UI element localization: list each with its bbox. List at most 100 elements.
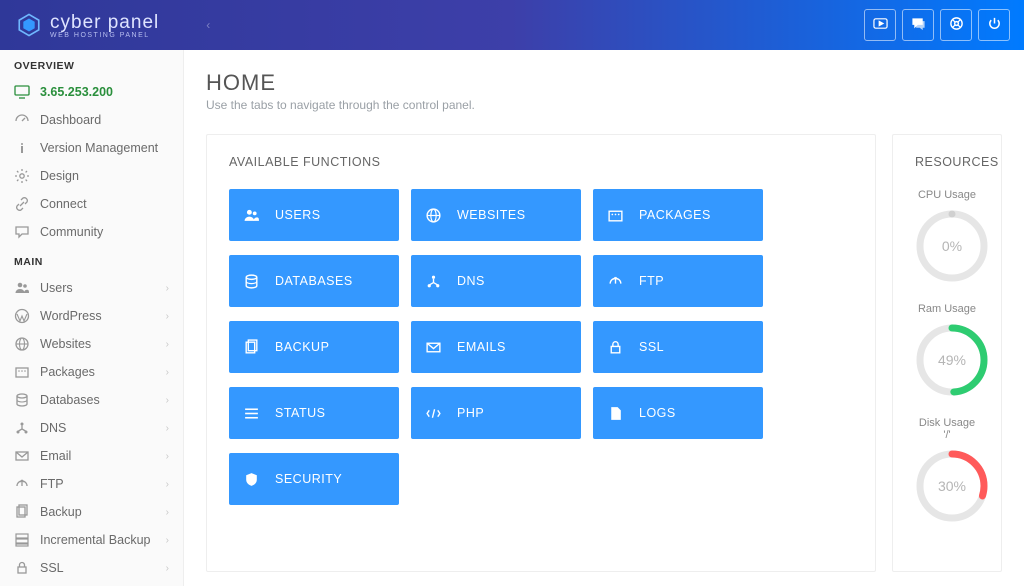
sidebar-item-wordpress[interactable]: WordPress› (0, 302, 183, 330)
support-button[interactable] (940, 9, 972, 41)
chevron-right-icon: › (166, 479, 169, 490)
logs-icon (607, 405, 627, 422)
function-tile-ssl[interactable]: SSL (593, 321, 763, 373)
youtube-button[interactable] (864, 9, 896, 41)
globe-icon (425, 207, 445, 224)
function-tile-security[interactable]: SECURITY (229, 453, 399, 505)
chevron-right-icon: › (166, 535, 169, 546)
sidebar-item-design[interactable]: Design (0, 162, 183, 190)
email-icon (425, 339, 445, 356)
function-tile-status[interactable]: STATUS (229, 387, 399, 439)
resources-heading: RESOURCES (915, 155, 979, 169)
sidebar-section-title: MAIN (0, 246, 183, 274)
database-icon (243, 273, 263, 290)
function-tile-label: SSL (639, 340, 664, 354)
sidebar-item-dns[interactable]: DNS› (0, 414, 183, 442)
sidebar-item-ssl[interactable]: SSL › (0, 554, 183, 582)
globe-icon (14, 336, 30, 352)
gear-icon (14, 168, 30, 184)
sidebar-item-label: Backup (40, 505, 82, 519)
sidebar-item-connect[interactable]: Connect (0, 190, 183, 218)
function-tile-label: BACKUP (275, 340, 329, 354)
sidebar-item-label: Community (40, 225, 103, 239)
function-tile-php[interactable]: PHP (411, 387, 581, 439)
link-icon (14, 196, 30, 212)
function-tile-label: EMAILS (457, 340, 506, 354)
sidebar-item-dashboard[interactable]: Dashboard (0, 106, 183, 134)
function-tile-label: USERS (275, 208, 321, 222)
function-tile-backup[interactable]: BACKUP (229, 321, 399, 373)
chevron-right-icon: › (166, 339, 169, 350)
content: HOME Use the tabs to navigate through th… (184, 50, 1024, 586)
sidebar-item-label: Email (40, 449, 71, 463)
gauge-label: CPU Usage (915, 189, 979, 201)
function-tile-users[interactable]: USERS (229, 189, 399, 241)
sidebar-item-email[interactable]: Email › (0, 442, 183, 470)
gauge-label: Disk Usage '/' (915, 417, 979, 441)
gauge-value: 49% (915, 323, 989, 397)
page-subtitle: Use the tabs to navigate through the con… (206, 98, 1002, 112)
sidebar-item-label: Connect (40, 197, 87, 211)
sidebar-item-label: 3.65.253.200 (40, 85, 113, 99)
dns-icon (14, 420, 30, 436)
sidebar-item-community[interactable]: Community (0, 218, 183, 246)
chat-button[interactable] (902, 9, 934, 41)
sidebar-item-packages[interactable]: Packages› (0, 358, 183, 386)
function-tile-websites[interactable]: WEBSITES (411, 189, 581, 241)
sidebar-item-label: Databases (40, 393, 100, 407)
sidebar-item-label: FTP (40, 477, 64, 491)
sidebar-item-version-management[interactable]: Version Management (0, 134, 183, 162)
sidebar-collapse-button[interactable]: ‹ (203, 20, 213, 30)
function-tile-packages[interactable]: PACKAGES (593, 189, 763, 241)
function-tile-label: LOGS (639, 406, 676, 420)
chevron-right-icon: › (166, 367, 169, 378)
function-tile-dns[interactable]: DNS (411, 255, 581, 307)
sidebar-item-websites[interactable]: Websites› (0, 330, 183, 358)
sidebar: OVERVIEW3.65.253.200DashboardVersion Man… (0, 50, 184, 586)
brand-logo-icon (16, 12, 42, 38)
chevron-right-icon: › (166, 423, 169, 434)
sidebar-item-users[interactable]: Users› (0, 274, 183, 302)
chat-icon (911, 16, 926, 34)
function-tile-label: WEBSITES (457, 208, 526, 222)
info-icon (14, 140, 30, 156)
power-button[interactable] (978, 9, 1010, 41)
sidebar-item-databases[interactable]: Databases› (0, 386, 183, 414)
sidebar-item-label: SSL (40, 561, 64, 575)
ftp-icon (14, 476, 30, 492)
function-tile-emails[interactable]: EMAILS (411, 321, 581, 373)
power-icon (987, 16, 1002, 34)
chevron-right-icon: › (166, 507, 169, 518)
functions-card: AVAILABLE FUNCTIONS USERSWEBSITESPACKAGE… (206, 134, 876, 572)
incremental-icon (14, 532, 30, 548)
gauge-value: 0% (915, 209, 989, 283)
sidebar-item-label: Incremental Backup (40, 533, 150, 547)
wordpress-icon (14, 308, 30, 324)
backup-icon (14, 504, 30, 520)
page-title: HOME (206, 70, 1002, 96)
chevron-right-icon: › (166, 451, 169, 462)
users-icon (243, 207, 263, 224)
resources-card: RESOURCES CPU Usage0%Ram Usage49%Disk Us… (892, 134, 1002, 572)
function-tile-databases[interactable]: DATABASES (229, 255, 399, 307)
sidebar-item-incremental-backup[interactable]: Incremental Backup › (0, 526, 183, 554)
chevron-right-icon: › (166, 563, 169, 574)
packages-icon (14, 364, 30, 380)
function-tile-logs[interactable]: LOGS (593, 387, 763, 439)
brand[interactable]: cyber panel WEB HOSTING PANEL ‹ (0, 12, 213, 39)
youtube-icon (873, 16, 888, 34)
users-icon (14, 280, 30, 296)
sidebar-item-ftp[interactable]: FTP › (0, 470, 183, 498)
support-icon (949, 16, 964, 34)
function-tile-label: PHP (457, 406, 484, 420)
security-icon (243, 471, 263, 488)
status-icon (243, 405, 263, 422)
gauge-label: Ram Usage (915, 303, 979, 315)
gauge-ram-usage: Ram Usage49% (915, 303, 979, 397)
function-tile-label: STATUS (275, 406, 325, 420)
sidebar-item-label: Dashboard (40, 113, 101, 127)
sidebar-item-backup[interactable]: Backup › (0, 498, 183, 526)
database-icon (14, 392, 30, 408)
sidebar-item-3-65-253-200[interactable]: 3.65.253.200 (0, 78, 183, 106)
function-tile-ftp[interactable]: FTP (593, 255, 763, 307)
